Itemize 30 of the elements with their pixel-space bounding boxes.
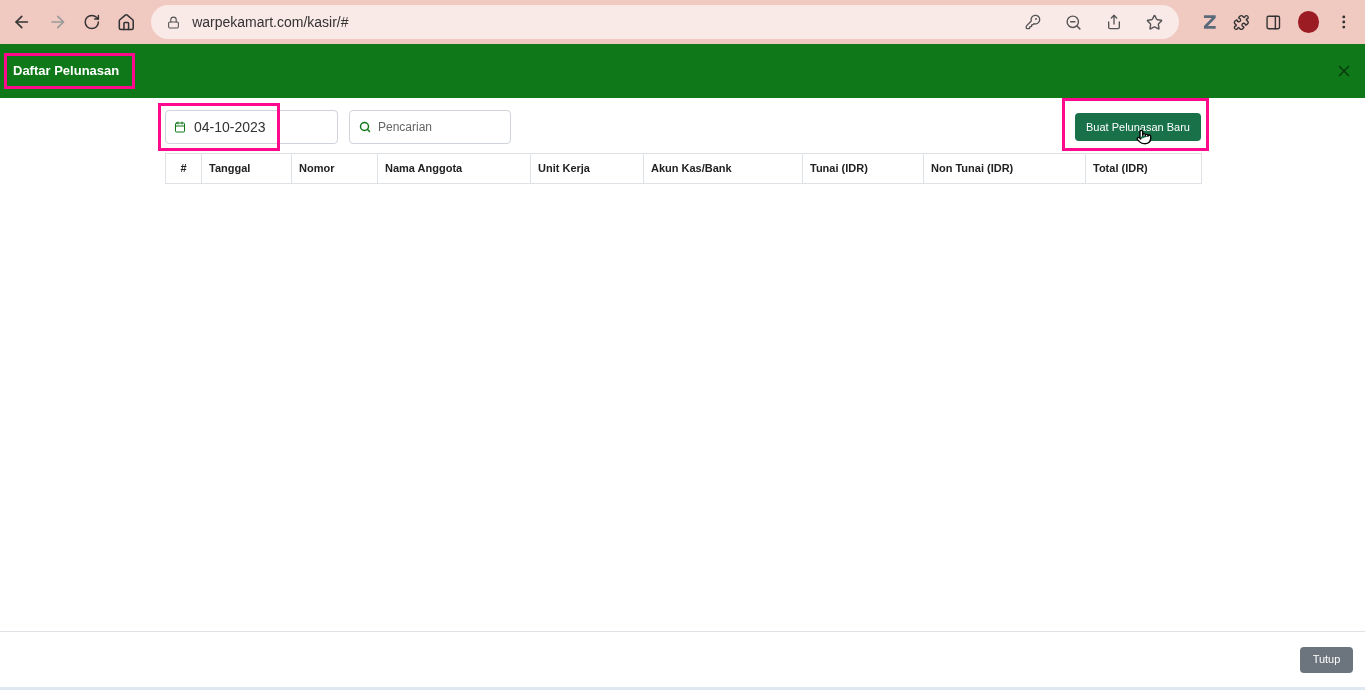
- dialog-title: Daftar Pelunasan: [13, 62, 120, 81]
- share-icon[interactable]: [1106, 14, 1123, 30]
- column-header: Tunai (IDR): [802, 154, 923, 183]
- zoom-out-icon[interactable]: [1065, 13, 1083, 31]
- column-header: Akun Kas/Bank: [643, 154, 802, 183]
- star-icon[interactable]: [1146, 13, 1164, 31]
- calendar-icon: [174, 121, 186, 133]
- reload-icon[interactable]: [83, 13, 101, 31]
- address-bar[interactable]: warpekamart.com/kasir/#: [151, 5, 1180, 39]
- search-field[interactable]: Pencarian: [349, 110, 511, 144]
- url-text: warpekamart.com/kasir/#: [192, 12, 349, 32]
- new-settlement-button[interactable]: Buat Pelunasan Baru: [1075, 113, 1201, 141]
- search-icon: [359, 121, 371, 133]
- column-header: Nama Anggota: [377, 154, 530, 183]
- key-icon[interactable]: [1025, 14, 1042, 30]
- side-panel-icon[interactable]: [1265, 13, 1282, 31]
- column-header: Non Tunai (IDR): [923, 154, 1085, 183]
- close-button[interactable]: Tutup: [1300, 646, 1353, 673]
- column-header: Tanggal: [201, 154, 291, 183]
- column-header: Unit Kerja: [530, 154, 643, 183]
- profile-avatar[interactable]: [1297, 11, 1320, 33]
- hand-cursor-icon: [1136, 129, 1152, 145]
- extension-icon[interactable]: [1203, 14, 1217, 30]
- date-field[interactable]: 04-10-2023: [165, 110, 338, 144]
- column-header: #: [179, 161, 188, 177]
- lock-icon: [167, 15, 181, 29]
- extensions-icon[interactable]: [1232, 13, 1250, 31]
- home-icon[interactable]: [116, 12, 136, 32]
- column-header: Nomor: [291, 154, 377, 183]
- column-header: Total (IDR): [1085, 154, 1201, 183]
